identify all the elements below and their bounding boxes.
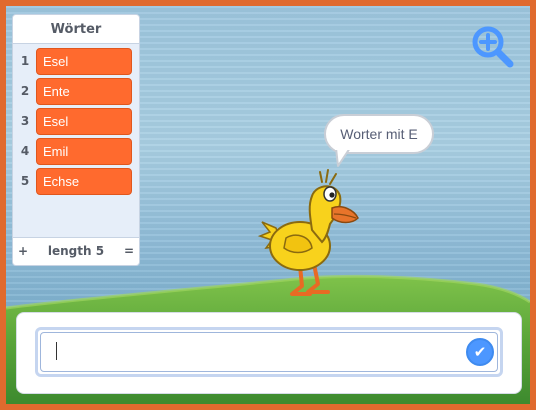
list-row: 4 Emil (13, 138, 139, 166)
ask-prompt: ✔ (16, 312, 522, 394)
list-item[interactable]: Emil (36, 138, 132, 165)
list-row: 3 Esel (13, 108, 139, 136)
list-length-label: length 5 (47, 244, 105, 258)
list-item[interactable]: Echse (36, 168, 132, 195)
list-item[interactable]: Esel (36, 48, 132, 75)
list-index: 4 (20, 144, 30, 158)
duck-sprite[interactable] (256, 166, 366, 306)
submit-answer-button[interactable]: ✔ (466, 338, 494, 366)
list-row: 2 Ente (13, 78, 139, 106)
list-index: 5 (20, 174, 30, 188)
list-index: 3 (20, 114, 30, 128)
zoom-in-icon[interactable] (470, 24, 516, 70)
list-item[interactable]: Esel (36, 108, 132, 135)
text-caret (56, 342, 57, 360)
list-footer: + length 5 = (13, 237, 139, 265)
resize-handle[interactable]: = (124, 244, 134, 258)
list-index: 2 (20, 84, 30, 98)
answer-field-frame: ✔ (35, 327, 503, 377)
list-monitor-woerter[interactable]: Wörter 1 Esel 2 Ente 3 Esel 4 Emil 5 Ech… (12, 14, 140, 266)
list-row: 5 Echse (13, 168, 139, 196)
list-title: Wörter (13, 15, 139, 44)
stage[interactable]: Wörter 1 Esel 2 Ente 3 Esel 4 Emil 5 Ech… (6, 6, 530, 404)
list-item[interactable]: Ente (36, 78, 132, 105)
check-icon: ✔ (473, 343, 487, 361)
list-row: 1 Esel (13, 48, 139, 76)
answer-input[interactable] (40, 332, 498, 372)
list-index: 1 (20, 54, 30, 68)
